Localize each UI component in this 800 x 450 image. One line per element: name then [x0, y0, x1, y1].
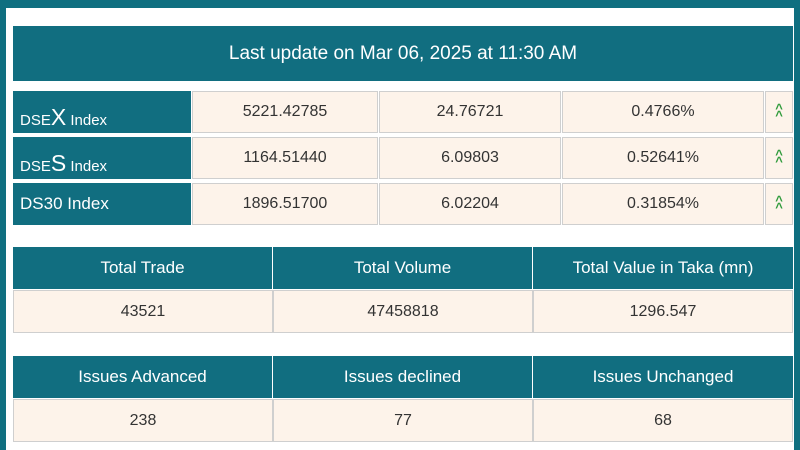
index-row-dsex: DSE X Index 5221.42785 24.76721 0.4766% ^…: [13, 91, 793, 133]
trend-up-icon: ^ ^: [765, 183, 793, 225]
index-row-ds30: DS30 Index 1896.51700 6.02204 0.31854% ^…: [13, 183, 793, 225]
index-change: 6.02204: [379, 183, 561, 225]
index-percent: 0.4766%: [562, 91, 764, 133]
index-value: 5221.42785: [192, 91, 378, 133]
index-name-dsex: DSE X Index: [13, 91, 191, 133]
header-issues-declined: Issues declined: [273, 356, 533, 398]
index-percent: 0.52641%: [562, 137, 764, 179]
index-value: 1896.51700: [192, 183, 378, 225]
trend-up-icon: ^ ^: [765, 137, 793, 179]
index-percent: 0.31854%: [562, 183, 764, 225]
header-total-volume: Total Volume: [273, 247, 533, 289]
index-row-dses: DSE S Index 1164.51440 6.09803 0.52641% ^…: [13, 137, 793, 179]
last-update-text: Last update on Mar 06, 2025 at 11:30 AM: [228, 42, 578, 64]
header-total-value: Total Value in Taka (mn): [533, 247, 793, 289]
trend-up-icon: ^ ^: [765, 91, 793, 133]
value-total-value: 1296.547: [533, 290, 793, 333]
header-issues-advanced: Issues Advanced: [13, 356, 273, 398]
value-total-volume: 47458818: [273, 290, 533, 333]
header-total-trade: Total Trade: [13, 247, 273, 289]
last-update-banner: Last update on Mar 06, 2025 at 11:30 AM: [13, 26, 793, 81]
value-issues-advanced: 238: [13, 399, 273, 442]
value-issues-unchanged: 68: [533, 399, 793, 442]
trade-summary-table: Total Trade Total Volume Total Value in …: [13, 247, 793, 333]
value-issues-declined: 77: [273, 399, 533, 442]
index-value: 1164.51440: [192, 137, 378, 179]
header-issues-unchanged: Issues Unchanged: [533, 356, 793, 398]
index-name-dses: DSE S Index: [13, 137, 191, 179]
value-total-trade: 43521: [13, 290, 273, 333]
index-name-ds30: DS30 Index: [13, 183, 191, 225]
index-change: 24.76721: [379, 91, 561, 133]
index-change: 6.09803: [379, 137, 561, 179]
issues-summary-table: Issues Advanced Issues declined Issues U…: [13, 356, 793, 442]
